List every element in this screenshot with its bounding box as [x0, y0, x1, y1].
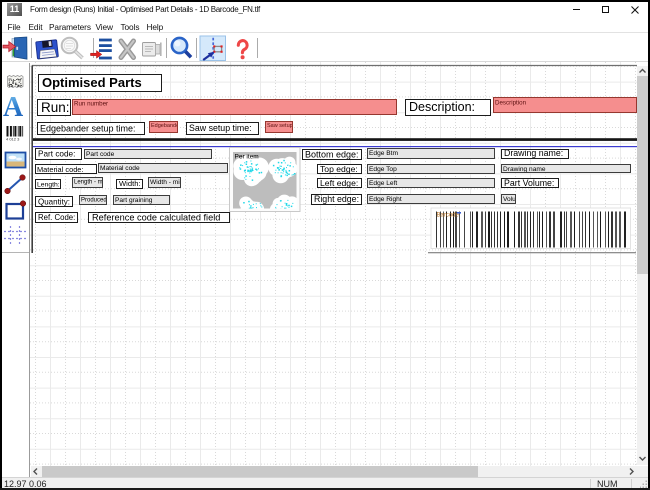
svg-text:Per item: Per item: [235, 154, 259, 161]
svg-text:A: A: [3, 92, 24, 123]
svg-text:Barcode: Barcode: [437, 213, 460, 219]
svg-text:4 012 3: 4 012 3: [6, 137, 20, 142]
